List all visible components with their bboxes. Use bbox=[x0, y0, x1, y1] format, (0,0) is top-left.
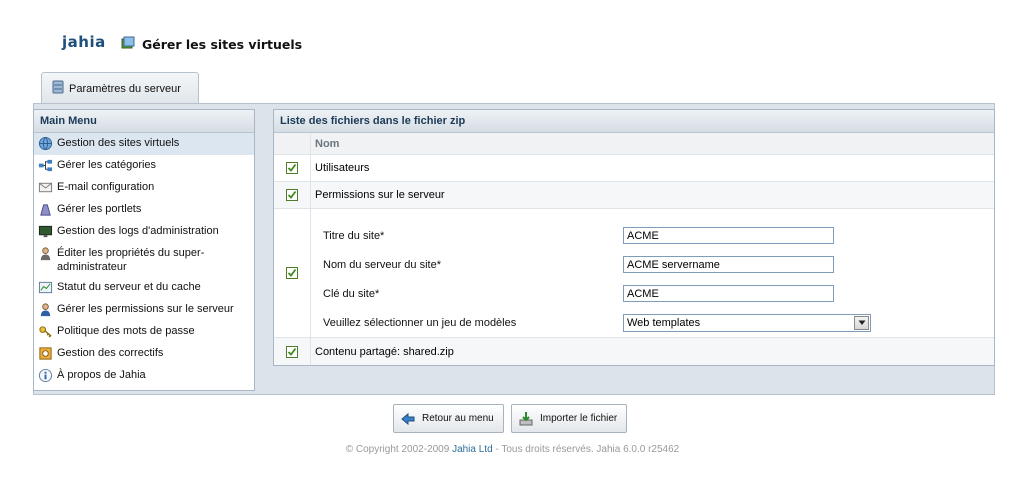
column-name-header: Nom bbox=[315, 137, 340, 150]
menu-label: Gestion des logs d'administration bbox=[57, 225, 219, 237]
site-form: Titre du site* Nom du serveur du site* C… bbox=[315, 209, 871, 337]
template-select[interactable]: Web templates bbox=[623, 313, 871, 332]
chevron-down-icon[interactable] bbox=[854, 315, 869, 330]
chart-icon bbox=[38, 281, 53, 294]
server-name-row: Nom du serveur du site* bbox=[315, 250, 871, 279]
back-button-label: Retour au menu bbox=[422, 413, 494, 424]
menu-label: Gérer les catégories bbox=[57, 159, 157, 171]
table-row: Contenu partagé: shared.zip bbox=[274, 338, 994, 365]
site-key-input[interactable] bbox=[623, 285, 834, 302]
template-row: Veuillez sélectionner un jeu de modèles … bbox=[315, 308, 871, 337]
menu-label: Gérer les permissions sur le serveur bbox=[57, 303, 234, 315]
admin-user-icon bbox=[40, 247, 51, 261]
template-selected-value: Web templates bbox=[627, 316, 701, 329]
checkmark-icon bbox=[287, 163, 297, 172]
server-name-label: Nom du serveur du site* bbox=[323, 258, 441, 271]
footer: © Copyright 2002-2009 Jahia Ltd - Tous d… bbox=[0, 444, 1025, 455]
import-icon bbox=[519, 411, 533, 425]
panel-title: Liste des fichiers dans le fichier zip bbox=[274, 110, 994, 133]
menu-item-portlets[interactable]: Gérer les portlets bbox=[34, 199, 254, 221]
row-label: Permissions sur le serveur bbox=[315, 189, 445, 201]
zip-files-panel: Liste des fichiers dans le fichier zip N… bbox=[273, 109, 995, 366]
patch-icon bbox=[39, 347, 52, 360]
info-icon bbox=[38, 368, 53, 383]
users-checkbox[interactable] bbox=[286, 162, 298, 174]
menu-item-email[interactable]: E-mail configuration bbox=[34, 177, 254, 199]
menu-item-superadmin[interactable]: Éditer les propriétés du super-administr… bbox=[34, 243, 254, 277]
page-header: Gérer les sites virtuels bbox=[120, 35, 302, 54]
server-permissions-checkbox[interactable] bbox=[286, 189, 298, 201]
monitor-icon bbox=[38, 225, 53, 238]
checkbox-cell bbox=[274, 155, 311, 181]
server-name-input[interactable] bbox=[623, 256, 834, 273]
import-file-button[interactable]: Importer le fichier bbox=[511, 404, 628, 433]
table-row: Permissions sur le serveur bbox=[274, 182, 994, 209]
shared-content-checkbox[interactable] bbox=[286, 345, 298, 358]
checkmark-icon bbox=[287, 190, 297, 199]
checkbox-cell bbox=[274, 338, 311, 365]
menu-header: Main Menu bbox=[34, 110, 254, 133]
menu-item-admin-logs[interactable]: Gestion des logs d'administration bbox=[34, 221, 254, 243]
tab-label: Paramètres du serveur bbox=[69, 82, 181, 95]
envelope-icon bbox=[38, 182, 53, 193]
jahia-link[interactable]: Jahia Ltd bbox=[452, 444, 493, 455]
main-menu: Main Menu Gestion des sites virtuels Gér… bbox=[33, 109, 255, 391]
users-icon bbox=[40, 303, 51, 317]
menu-item-categories[interactable]: Gérer les catégories bbox=[34, 155, 254, 177]
menu-label: Politique des mots de passe bbox=[57, 325, 195, 337]
menu-item-server-status[interactable]: Statut du serveur et du cache bbox=[34, 277, 254, 299]
jahia-logo: jahia bbox=[62, 33, 106, 51]
menu-label: Statut du serveur et du cache bbox=[57, 281, 201, 293]
sites-icon bbox=[120, 35, 136, 54]
back-to-menu-button[interactable]: Retour au menu bbox=[393, 404, 504, 433]
arrow-left-icon bbox=[401, 412, 415, 425]
menu-label: E-mail configuration bbox=[57, 181, 155, 193]
site-form-cell: Titre du site* Nom du serveur du site* C… bbox=[311, 209, 994, 337]
logo-text: jahia bbox=[62, 33, 106, 51]
site-checkbox[interactable] bbox=[286, 267, 298, 279]
import-button-label: Importer le fichier bbox=[540, 413, 618, 424]
portlet-icon bbox=[40, 204, 51, 216]
menu-label: Éditer les propriétés du super-administr… bbox=[57, 247, 205, 273]
tree-icon bbox=[38, 159, 53, 172]
menu-label: Gestion des correctifs bbox=[57, 347, 164, 359]
menu-label: Gérer les portlets bbox=[57, 203, 142, 215]
copyright-text: © Copyright 2002-2009 bbox=[345, 444, 453, 455]
checkmark-icon bbox=[287, 347, 297, 356]
site-key-row: Clé du site* bbox=[315, 279, 871, 308]
row-label: Utilisateurs bbox=[315, 162, 370, 174]
menu-item-virtual-sites[interactable]: Gestion des sites virtuels bbox=[34, 133, 254, 155]
row-label: Contenu partagé: shared.zip bbox=[315, 345, 454, 358]
template-label: Veuillez sélectionner un jeu de modèles bbox=[323, 316, 517, 329]
site-title-input[interactable] bbox=[623, 227, 834, 244]
checkmark-icon bbox=[287, 268, 297, 277]
site-title-row: Titre du site* bbox=[315, 221, 871, 250]
server-icon bbox=[52, 80, 64, 97]
globe-icon bbox=[38, 136, 53, 151]
menu-item-patches[interactable]: Gestion des correctifs bbox=[34, 343, 254, 365]
checkbox-cell bbox=[274, 209, 311, 337]
table-row-site: Titre du site* Nom du serveur du site* C… bbox=[274, 209, 994, 338]
menu-item-permissions[interactable]: Gérer les permissions sur le serveur bbox=[34, 299, 254, 321]
menu-label: Gestion des sites virtuels bbox=[57, 137, 180, 149]
site-key-label: Clé du site* bbox=[323, 287, 380, 300]
menu-label: À propos de Jahia bbox=[57, 369, 146, 381]
table-header-row: Nom bbox=[274, 133, 994, 155]
rights-text: - Tous droits réservés. Jahia 6.0.0 r254… bbox=[492, 444, 680, 455]
site-title-label: Titre du site* bbox=[323, 229, 385, 242]
table-row: Utilisateurs bbox=[274, 155, 994, 182]
keys-icon bbox=[39, 326, 52, 338]
page-title: Gérer les sites virtuels bbox=[142, 37, 303, 52]
menu-item-password-policy[interactable]: Politique des mots de passe bbox=[34, 321, 254, 343]
menu-item-about[interactable]: À propos de Jahia bbox=[34, 365, 254, 387]
tab-server-settings[interactable]: Paramètres du serveur bbox=[41, 72, 199, 104]
header-checkbox-cell bbox=[274, 133, 311, 154]
checkbox-cell bbox=[274, 182, 311, 208]
